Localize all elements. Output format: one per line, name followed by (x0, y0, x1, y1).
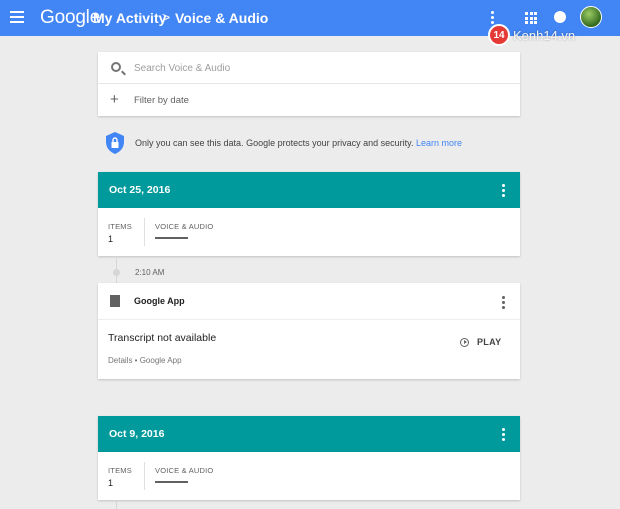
items-count: 1 (108, 478, 114, 488)
search-input[interactable] (134, 60, 494, 76)
timeline-line (116, 500, 117, 509)
apps-grid-icon[interactable] (525, 12, 537, 24)
more-options-icon[interactable] (491, 11, 494, 25)
items-label: ITEMS (108, 466, 132, 475)
privacy-text: Only you can see this data. Google prote… (135, 138, 462, 148)
day-date: Oct 9, 2016 (109, 428, 165, 440)
learn-more-link[interactable]: Learn more (416, 138, 462, 148)
google-logo[interactable]: Google (40, 7, 100, 29)
filter-by-date-label: Filter by date (134, 95, 189, 106)
plus-icon: + (110, 91, 119, 108)
item-app-name[interactable]: Google App (134, 296, 185, 306)
play-label: PLAY (477, 337, 502, 347)
search-row[interactable] (98, 52, 520, 84)
play-circle-icon (460, 337, 469, 347)
notifications-icon[interactable] (554, 11, 566, 23)
search-icon (111, 62, 121, 72)
item-more-options-icon[interactable] (502, 296, 505, 309)
privacy-message: Only you can see this data. Google prote… (135, 138, 414, 148)
details-link[interactable]: Details • Google App (108, 356, 182, 365)
day-more-options-icon[interactable] (502, 428, 505, 441)
day-header: Oct 9, 2016 (98, 416, 520, 452)
items-count: 1 (108, 234, 114, 244)
day-more-options-icon[interactable] (502, 184, 505, 197)
day-summary: ITEMS 1 VOICE & AUDIO (98, 452, 520, 500)
watermark-badge: 14 (488, 24, 510, 46)
category-label: VOICE & AUDIO (155, 222, 214, 231)
category-bar (155, 481, 188, 483)
watermark: 14 Kenh14.vn (488, 24, 575, 46)
day-summary: ITEMS 1 VOICE & AUDIO (98, 208, 520, 256)
account-avatar[interactable] (580, 6, 602, 28)
watermark-text: Kenh14.vn (513, 27, 576, 43)
filter-by-date-row[interactable]: + Filter by date (98, 84, 520, 116)
summary-divider (144, 218, 145, 246)
breadcrumb-my-activity[interactable]: My Activity (93, 10, 166, 26)
shield-lock-icon (106, 132, 124, 154)
category-label: VOICE & AUDIO (155, 466, 214, 475)
play-button[interactable]: PLAY (460, 337, 501, 347)
day-date: Oct 25, 2016 (109, 184, 171, 196)
category-bar (155, 237, 188, 239)
breadcrumb-separator-icon: > (162, 9, 171, 25)
breadcrumb-voice-audio: Voice & Audio (175, 10, 269, 26)
hamburger-menu-icon[interactable] (10, 11, 24, 23)
document-icon (108, 295, 120, 311)
transcript-text: Transcript not available (108, 332, 217, 344)
entry-time: 2:10 AM (135, 268, 165, 277)
item-header: Google App (98, 283, 520, 320)
search-card: + Filter by date (98, 52, 520, 116)
day-header: Oct 25, 2016 (98, 172, 520, 208)
items-label: ITEMS (108, 222, 132, 231)
timeline-dot (113, 269, 120, 276)
summary-divider (144, 462, 145, 490)
activity-item-card: Google App Transcript not available Deta… (98, 283, 520, 379)
